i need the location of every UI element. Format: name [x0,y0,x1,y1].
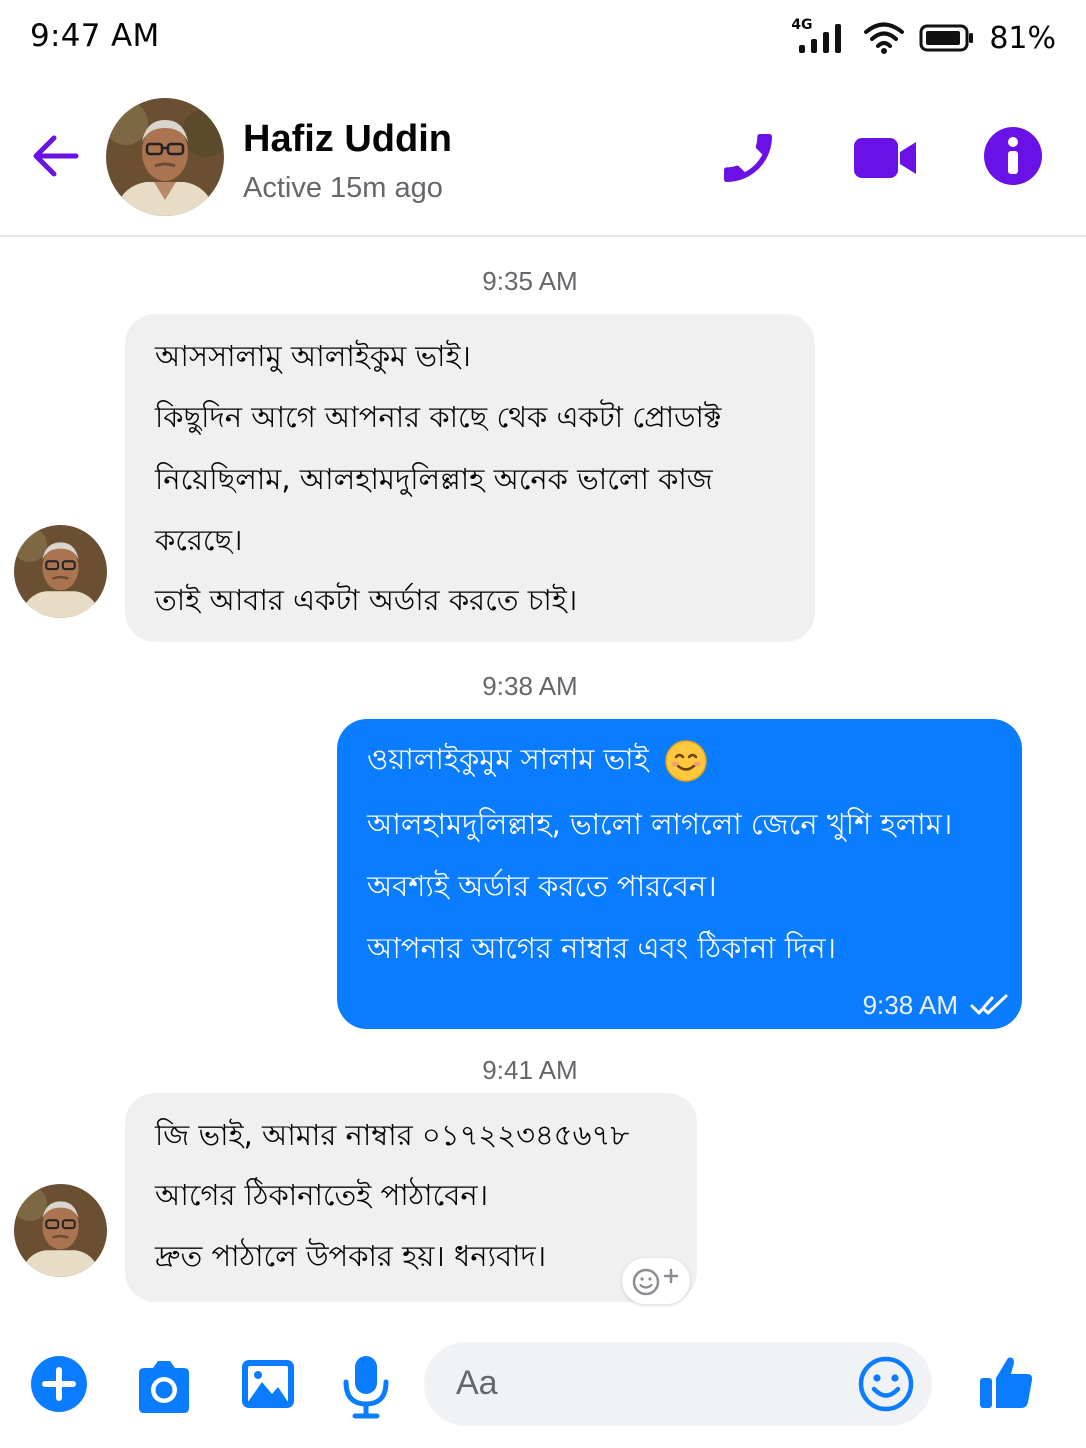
message-composer: Aa [0,1328,1086,1448]
add-reaction-icon [632,1268,679,1296]
message-line: আসসালামু আলাইকুম ভাই। [155,339,471,373]
network-label: 4G [791,17,813,33]
status-time: 9:47 AM [30,18,160,54]
smiling-face-emoji-icon [665,740,707,782]
contact-name[interactable]: Hafiz Uddin [243,118,452,161]
timestamp: 9:41 AM [482,1055,578,1085]
message-line: করেছে। [155,523,243,557]
like-button[interactable] [976,1352,1038,1414]
voice-message-button[interactable] [341,1354,391,1420]
back-arrow-icon [33,135,79,177]
message-line: কিছুদিন আগে আপনার কাছে থেক একটা প্রোডাক্… [155,400,722,434]
contact-avatar-small[interactable] [14,1184,107,1277]
emoji-picker-button[interactable] [856,1354,916,1414]
gallery-button[interactable] [240,1356,302,1418]
emoji-icon [858,1356,914,1412]
add-reaction-button[interactable] [622,1258,690,1304]
voice-call-button[interactable] [716,126,780,190]
message-line: আলহামদুলিল্লাহ, ভালো লাগলো জেনে খুশি হলা… [367,807,953,841]
back-button[interactable] [28,131,82,181]
chat-header: Hafiz Uddin Active 15m ago [0,76,1086,237]
timestamp: 9:38 AM [482,671,578,701]
microphone-icon [343,1356,389,1419]
contact-status: Active 15m ago [243,172,443,204]
timestamp: 9:35 AM [482,266,578,296]
video-call-button[interactable] [852,126,920,190]
message-line: আপনার আগের নাম্বার এবং ঠিকানা দিন। [367,931,836,965]
outgoing-message[interactable]: ওয়ালাইকুমুম সালাম ভাই আলহামদুলিল্লাহ, ভ… [337,719,1022,1029]
avatar-portrait [14,1184,107,1277]
message-line: জি ভাই, আমার নাম্বার ০১৭২২৩৪৫৬৭৮ [155,1118,630,1152]
message-line: নিয়েছিলাম, আলহামদুলিল্লাহ অনেক ভালো কাজ [155,462,713,496]
battery-icon [919,24,974,52]
video-icon [854,138,916,178]
info-icon [984,127,1042,185]
signal-icon: 4G [791,17,849,55]
info-button[interactable] [983,126,1047,190]
avatar-portrait [14,525,107,618]
message-input-placeholder: Aa [456,1364,498,1402]
status-indicators: 4G 81% [791,17,1056,56]
message-time: 9:38 AM [862,990,958,1020]
message-line: আগের ঠিকানাতেই পাঠাবেন। [155,1178,489,1212]
thumbs-up-icon [980,1357,1033,1408]
double-check-icon [970,994,1008,1015]
wifi-icon [864,22,905,54]
message-line: ওয়ালাইকুমুম সালাম ভাই [367,742,649,776]
camera-button[interactable] [133,1356,195,1418]
avatar-portrait [106,98,224,216]
phone-icon [724,134,772,182]
incoming-message[interactable]: আসসালামু আলাইকুম ভাই। কিছুদিন আগে আপনার … [125,314,815,642]
contact-avatar[interactable] [106,98,224,216]
battery-percent: 81% [989,20,1056,56]
camera-icon [139,1361,189,1413]
more-actions-button[interactable] [30,1355,92,1417]
plus-icon [31,1356,87,1412]
message-input[interactable]: Aa [424,1342,932,1426]
message-line-with-emoji: ওয়ালাইকুমুম সালাম ভাই [367,739,708,783]
message-line: দ্রুত পাঠালে উপকার হয়। ধন্যবাদ। [155,1239,547,1273]
message-line: অবশ্যই অর্ডার করতে পারবেন। [367,869,717,903]
contact-avatar-small[interactable] [14,525,107,618]
status-bar: 9:47 AM 4G 81% [0,0,1086,76]
gallery-icon [242,1360,294,1408]
incoming-message[interactable]: জি ভাই, আমার নাম্বার ০১৭২২৩৪৫৬৭৮ আগের ঠি… [125,1093,697,1302]
message-line: তাই আবার একটা অর্ডার করতে চাই। [155,583,578,617]
